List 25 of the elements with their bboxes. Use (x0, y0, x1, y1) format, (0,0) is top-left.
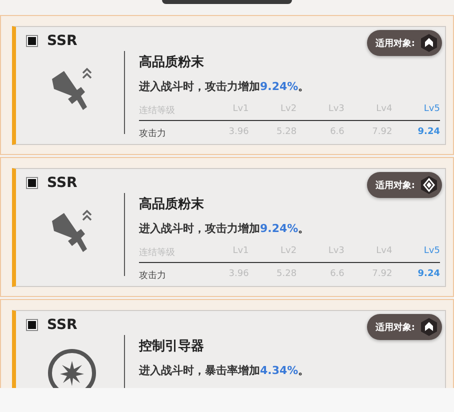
level-header: Lv5 (392, 102, 440, 121)
diamond-icon (419, 175, 439, 195)
level-header: Lv5 (392, 244, 440, 263)
rarity-label: SSR (47, 317, 78, 333)
rarity-square-icon (26, 177, 38, 189)
item-description: 进入战斗时，暴击率增加4.34%。 (139, 363, 310, 378)
rarity-square-icon (26, 35, 38, 47)
table-cell-text: 攻击力 (139, 270, 167, 282)
rarity-label: SSR (47, 33, 78, 49)
target-badge[interactable]: 适用对象: (367, 30, 442, 56)
rarity-square-icon (26, 319, 38, 331)
item-title: 控制引导器 (139, 338, 205, 355)
target-badge[interactable]: 适用对象: (367, 172, 442, 198)
top-tab[interactable] (162, 0, 292, 4)
table-cell-text: 9.24 (416, 126, 440, 139)
table-cell-text: 攻击力 (139, 128, 167, 140)
item-title: 高品质粉末 (139, 196, 205, 213)
shield-icon (419, 33, 439, 53)
rarity-label: SSR (47, 175, 78, 191)
table-cell-text: 9.24 (416, 268, 440, 281)
item-title: 高品质粉末 (139, 54, 205, 71)
target-badge[interactable]: 适用对象: (367, 314, 442, 340)
item-description: 进入战斗时，攻击力增加9.24%。 (139, 221, 310, 236)
item-description: 进入战斗时，攻击力增加9.24%。 (139, 79, 310, 94)
shield-icon (419, 317, 439, 337)
